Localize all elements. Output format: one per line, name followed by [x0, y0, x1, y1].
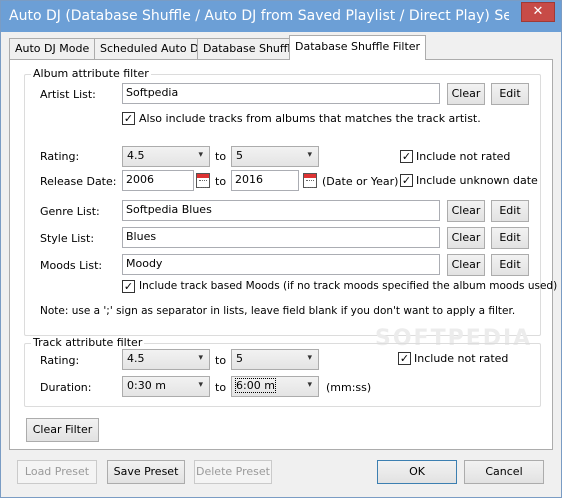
album-rating-to-label: to: [215, 150, 227, 163]
track-rating-from-value: 4.5: [127, 352, 145, 365]
album-include-not-rated-checkbox[interactable]: ✓: [400, 150, 413, 163]
check-icon: ✓: [401, 174, 412, 187]
style-clear-button[interactable]: Clear: [447, 227, 485, 249]
include-unknown-date-checkbox[interactable]: ✓: [400, 174, 413, 187]
artist-clear-button[interactable]: Clear: [447, 83, 485, 105]
duration-from-select[interactable]: 0:30 m ▾: [122, 376, 210, 397]
album-rating-to-select[interactable]: 5 ▾: [231, 146, 319, 167]
moods-edit-button[interactable]: Edit: [491, 254, 529, 276]
duration-to-value: 6:00 m: [235, 378, 276, 393]
chevron-down-icon: ▾: [198, 380, 203, 390]
release-date-to-input[interactable]: 2016: [231, 170, 299, 191]
load-preset-button[interactable]: Load Preset: [17, 460, 97, 484]
moods-clear-button[interactable]: Clear: [447, 254, 485, 276]
track-include-not-rated-checkbox[interactable]: ✓: [398, 352, 411, 365]
track-filter-title: Track attribute filter: [31, 336, 145, 349]
artist-edit-button[interactable]: Edit: [491, 83, 529, 105]
check-icon: ✓: [123, 280, 134, 293]
moods-list-input[interactable]: Moody: [122, 254, 440, 275]
also-include-checkbox[interactable]: ✓: [122, 112, 135, 125]
album-include-not-rated-label: Include not rated: [416, 150, 511, 163]
check-icon: ✓: [399, 352, 410, 365]
also-include-label: Also include tracks from albums that mat…: [139, 112, 481, 125]
duration-label: Duration:: [40, 381, 92, 394]
separator-note: Note: use a ';' sign as separator in lis…: [40, 305, 516, 317]
track-rating-to-label: to: [215, 354, 227, 367]
save-preset-button[interactable]: Save Preset: [107, 460, 185, 484]
style-list-input[interactable]: Blues: [122, 227, 440, 248]
album-rating-to-value: 5: [236, 149, 243, 162]
genre-list-label: Genre List:: [40, 205, 100, 218]
ok-button[interactable]: OK: [377, 460, 457, 484]
genre-clear-button[interactable]: Clear: [447, 200, 485, 222]
duration-to-label: to: [215, 381, 227, 394]
release-date-to-label: to: [215, 175, 227, 188]
release-date-label: Release Date:: [40, 175, 117, 188]
album-rating-from-value: 4.5: [127, 149, 145, 162]
moods-list-label: Moods List:: [40, 259, 103, 272]
window-title: Auto DJ (Database Shuffle / Auto DJ from…: [9, 8, 509, 24]
style-edit-button[interactable]: Edit: [491, 227, 529, 249]
track-rating-from-select[interactable]: 4.5 ▾: [122, 349, 210, 370]
calendar-icon[interactable]: [303, 173, 317, 188]
track-rating-to-value: 5: [236, 352, 243, 365]
clear-filter-button[interactable]: Clear Filter: [26, 418, 99, 442]
track-moods-checkbox[interactable]: ✓: [122, 280, 135, 293]
genre-edit-button[interactable]: Edit: [491, 200, 529, 222]
duration-from-value: 0:30 m: [127, 379, 166, 392]
tab-auto-dj-mode[interactable]: Auto DJ Mode: [9, 38, 96, 59]
album-rating-label: Rating:: [40, 150, 80, 163]
artist-list-input[interactable]: Softpedia: [122, 83, 440, 104]
chevron-down-icon: ▾: [198, 150, 203, 160]
track-rating-to-select[interactable]: 5 ▾: [231, 349, 319, 370]
style-list-label: Style List:: [40, 232, 95, 245]
chevron-down-icon: ▾: [307, 353, 312, 363]
title-bar: Auto DJ (Database Shuffle / Auto DJ from…: [1, 1, 561, 32]
close-icon: ✕: [532, 4, 544, 19]
calendar-icon[interactable]: [196, 173, 210, 188]
tab-database-shuffle[interactable]: Database Shuffle: [197, 38, 304, 59]
chevron-down-icon: ▾: [198, 353, 203, 363]
auto-dj-settings-window: Auto DJ (Database Shuffle / Auto DJ from…: [0, 0, 562, 498]
track-include-not-rated-label: Include not rated: [414, 352, 509, 365]
track-rating-label: Rating:: [40, 354, 80, 367]
close-button[interactable]: ✕: [521, 2, 555, 22]
genre-list-input[interactable]: Softpedia Blues: [122, 200, 440, 221]
release-date-from-input[interactable]: 2006: [122, 170, 194, 191]
chevron-down-icon: ▾: [307, 150, 312, 160]
delete-preset-button[interactable]: Delete Preset: [194, 460, 272, 484]
cancel-button[interactable]: Cancel: [464, 460, 544, 484]
artist-list-label: Artist List:: [40, 88, 96, 101]
album-filter-title: Album attribute filter: [31, 67, 151, 80]
check-icon: ✓: [123, 112, 134, 125]
include-unknown-date-label: Include unknown date: [416, 174, 538, 187]
chevron-down-icon: ▾: [307, 380, 312, 390]
tab-database-shuffle-filter[interactable]: Database Shuffle Filter: [289, 35, 427, 60]
tab-scheduled-auto-dj[interactable]: Scheduled Auto DJ: [94, 38, 208, 59]
date-or-year-hint: (Date or Year): [322, 175, 399, 188]
album-rating-from-select[interactable]: 4.5 ▾: [122, 146, 210, 167]
tab-panel: Album attribute filter Artist List: Soft…: [9, 59, 557, 450]
duration-to-select[interactable]: 6:00 m ▾: [231, 376, 319, 397]
check-icon: ✓: [401, 150, 412, 163]
duration-unit: (mm:ss): [326, 381, 372, 394]
track-moods-label: Include track based Moods (if no track m…: [139, 280, 558, 292]
